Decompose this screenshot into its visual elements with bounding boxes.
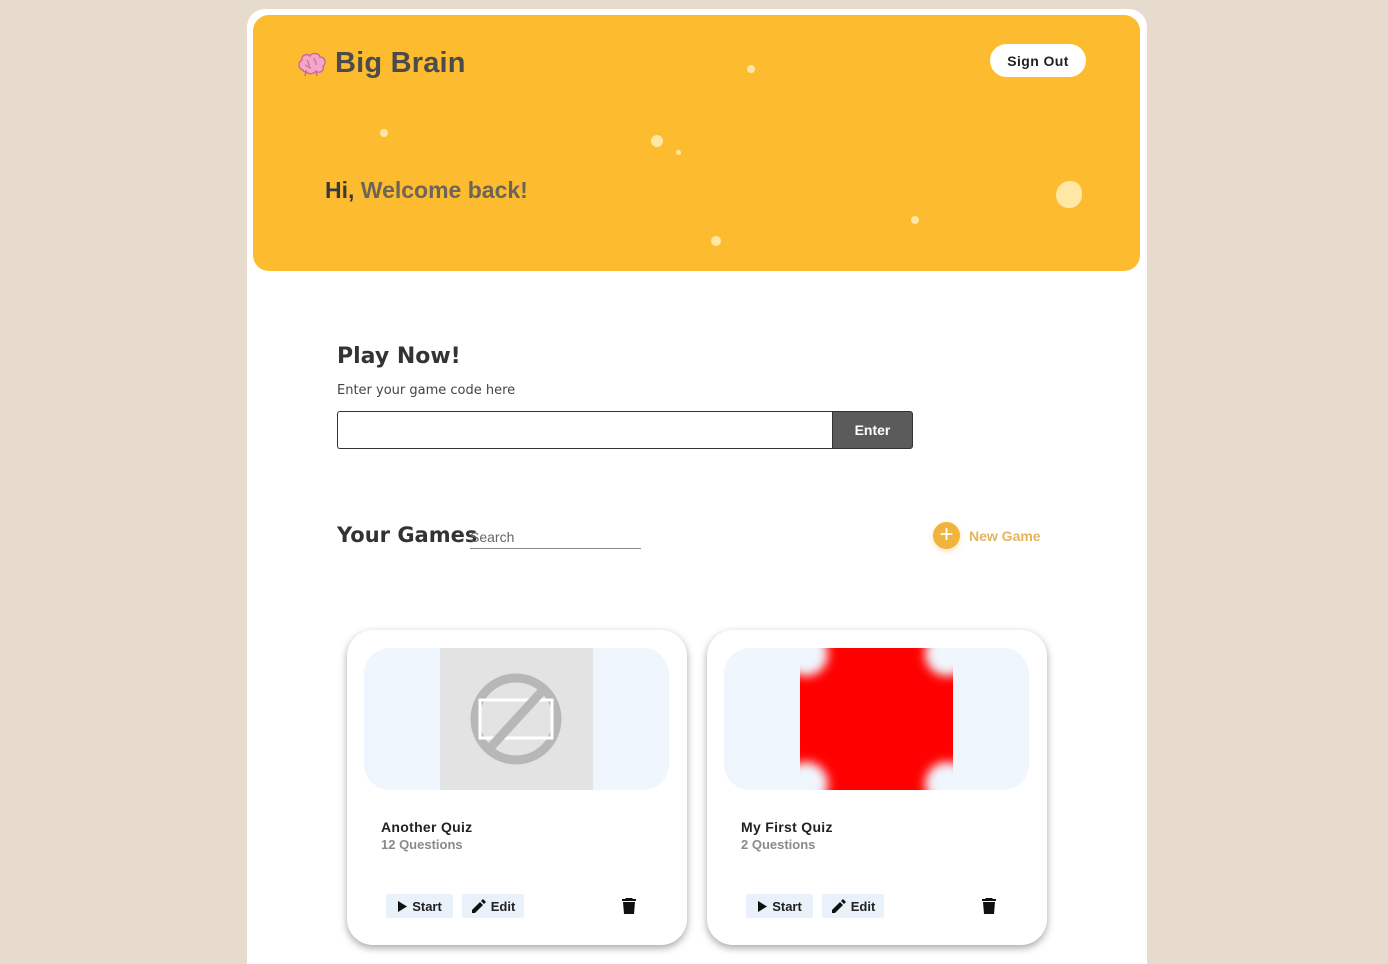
decor-dot bbox=[651, 135, 663, 147]
plus-icon: + bbox=[933, 522, 960, 549]
your-games-title: Your Games bbox=[337, 523, 478, 547]
decor-blob bbox=[1056, 181, 1082, 208]
decor-dot bbox=[911, 216, 919, 224]
pencil-icon bbox=[831, 898, 846, 913]
edit-button[interactable]: Edit bbox=[462, 894, 524, 918]
decor-dot bbox=[676, 150, 681, 155]
play-now-title: Play Now! bbox=[337, 344, 461, 369]
card-thumbnail-area bbox=[364, 648, 669, 790]
start-label: Start bbox=[772, 898, 802, 914]
decor-dot bbox=[747, 65, 755, 73]
search-input[interactable] bbox=[470, 525, 641, 549]
play-icon bbox=[398, 900, 408, 912]
edit-label: Edit bbox=[490, 898, 516, 914]
image-placeholder-icon bbox=[440, 648, 593, 790]
trash-icon[interactable] bbox=[982, 898, 996, 914]
new-game-label: New Game bbox=[969, 527, 1041, 544]
game-card[interactable]: Another Quiz 12 Questions Start Edit bbox=[347, 630, 687, 945]
start-button[interactable]: Start bbox=[746, 894, 813, 918]
question-count: 12 Questions bbox=[381, 837, 463, 852]
game-title: Another Quiz bbox=[381, 819, 473, 835]
start-button[interactable]: Start bbox=[386, 894, 453, 918]
edit-button[interactable]: Edit bbox=[822, 894, 884, 918]
greeting-message: Welcome back! bbox=[360, 177, 528, 203]
greeting-hi: Hi, bbox=[325, 177, 355, 203]
decor-dot bbox=[711, 236, 721, 246]
question-count: 2 Questions bbox=[741, 837, 816, 852]
header-banner: Big Brain Sign Out Hi, Welcome back! bbox=[253, 15, 1140, 271]
decor-dot bbox=[380, 129, 388, 137]
brain-icon bbox=[297, 50, 327, 78]
app-container: Big Brain Sign Out Hi, Welcome back! Pla… bbox=[247, 9, 1147, 964]
trash-icon[interactable] bbox=[622, 898, 636, 914]
sign-out-button[interactable]: Sign Out bbox=[990, 44, 1086, 77]
game-title: My First Quiz bbox=[741, 819, 833, 835]
start-label: Start bbox=[412, 898, 442, 914]
play-now-subtitle: Enter your game code here bbox=[337, 383, 516, 398]
edit-label: Edit bbox=[850, 898, 876, 914]
card-thumbnail-area bbox=[724, 648, 1029, 790]
brand-name: Big Brain bbox=[335, 47, 466, 79]
brand-logo[interactable]: Big Brain bbox=[297, 47, 466, 80]
game-code-input[interactable] bbox=[337, 411, 833, 449]
new-game-button[interactable]: + New Game bbox=[933, 522, 1041, 549]
game-thumbnail-image bbox=[784, 648, 969, 790]
pencil-icon bbox=[471, 898, 486, 913]
play-icon bbox=[758, 900, 768, 912]
game-card[interactable]: My First Quiz 2 Questions Start Edit bbox=[707, 630, 1047, 945]
greeting: Hi, Welcome back! bbox=[325, 177, 528, 204]
enter-button[interactable]: Enter bbox=[832, 411, 913, 449]
